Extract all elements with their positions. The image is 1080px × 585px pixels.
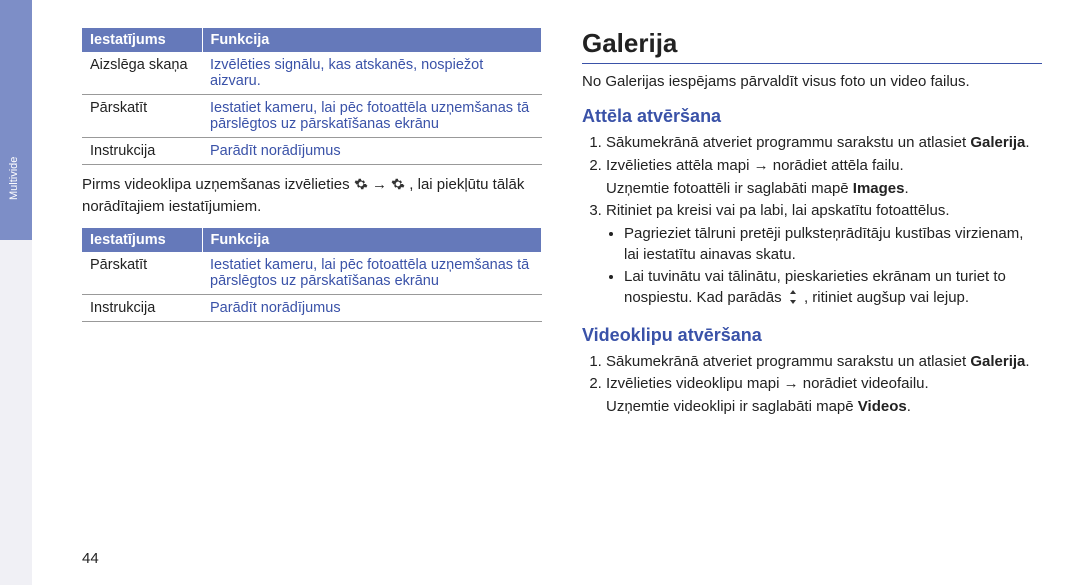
table2-header-setting: Iestatījums (82, 228, 202, 252)
side-tab-background: Multivide (0, 0, 32, 585)
list-item: Izvēlieties videoklipu mapi → norādiet v… (606, 374, 1042, 417)
vstep2-note-b: Videos (858, 398, 907, 415)
table2-header-function: Funkcija (202, 228, 542, 252)
table-row: Instrukcija Parādīt norādījumus (82, 138, 542, 165)
gear-icon (391, 177, 405, 197)
subheading-video-open: Videoklipu atvēršana (582, 325, 1042, 346)
settings-table-1: Iestatījums Funkcija Aizslēga skaņa Izvē… (82, 28, 542, 165)
table2-row1-func: Iestatiet kameru, lai pēc fotoattēla uzņ… (202, 252, 542, 295)
step2-note: Uzņemtie fotoattēli ir saglabāti mapē Im… (606, 179, 1042, 200)
table2-row1-label: Pārskatīt (82, 252, 202, 295)
step3: Ritiniet pa kreisi vai pa labi, lai apsk… (606, 202, 950, 219)
video-open-steps: Sākumekrānā atveriet programmu sarakstu … (606, 352, 1042, 418)
table1-row3-func: Parādīt norādījumus (202, 138, 542, 165)
step2: Izvēlieties attēla mapi → norādiet attēl… (606, 157, 904, 174)
page-title: Galerija (582, 28, 1042, 64)
left-column: Iestatījums Funkcija Aizslēga skaņa Izvē… (82, 28, 542, 432)
between-tables-text: Pirms videoklipa uzņemšanas izvēlieties … (82, 175, 542, 218)
list-item: Sākumekrānā atveriet programmu sarakstu … (606, 352, 1042, 373)
table1-row1-label: Aizslēga skaņa (82, 52, 202, 95)
vstep1b: Galerija (970, 353, 1025, 370)
table-row: Aizslēga skaņa Izvēlēties signālu, kas a… (82, 52, 542, 95)
table1-header-setting: Iestatījums (82, 28, 202, 52)
table1-row2-label: Pārskatīt (82, 95, 202, 138)
list-item: Ritiniet pa kreisi vai pa labi, lai apsk… (606, 201, 1042, 310)
subheading-image-open: Attēla atvēršana (582, 106, 1042, 127)
list-item: Pagrieziet tālruni pretēji pulksteņrādīt… (624, 224, 1042, 265)
table1-row2-func: Iestatiet kameru, lai pēc fotoattēla uzņ… (202, 95, 542, 138)
step1a: Sākumekrānā atveriet programmu sarakstu … (606, 134, 970, 151)
list-item: Izvēlieties attēla mapi → norādiet attēl… (606, 156, 1042, 199)
gallery-intro: No Galerijas iespējams pārvaldīt visus f… (582, 72, 1042, 92)
page-number: 44 (82, 550, 99, 567)
step1b: Galerija (970, 134, 1025, 151)
zoom-arrows-icon (788, 290, 798, 311)
vstep2-note-a: Uzņemtie videoklipi ir saglabāti mapē (606, 398, 858, 415)
table-row: Instrukcija Parādīt norādījumus (82, 294, 542, 321)
table2-row2-label: Instrukcija (82, 294, 202, 321)
vstep2-note-c: . (907, 398, 911, 415)
vstep2-note: Uzņemtie videoklipi ir saglabāti mapē Vi… (606, 397, 1042, 418)
table1-header-function: Funkcija (202, 28, 542, 52)
image-open-steps: Sākumekrānā atveriet programmu sarakstu … (606, 133, 1042, 311)
table1-row3-label: Instrukcija (82, 138, 202, 165)
step1c: . (1025, 134, 1029, 151)
vstep1c: . (1025, 353, 1029, 370)
gear-icon (354, 177, 368, 197)
between-pre: Pirms videoklipa uzņemšanas izvēlieties (82, 176, 354, 193)
right-column: Galerija No Galerijas iespējams pārvaldī… (582, 28, 1042, 432)
list-item: Sākumekrānā atveriet programmu sarakstu … (606, 133, 1042, 154)
side-section-label: Multivide (8, 157, 20, 200)
between-mid: → (372, 176, 391, 193)
vstep1a: Sākumekrānā atveriet programmu sarakstu … (606, 353, 970, 370)
table1-row1-func: Izvēlēties signālu, kas atskanēs, nospie… (202, 52, 542, 95)
list-item: Lai tuvinātu vai tālinātu, pieskarieties… (624, 267, 1042, 310)
side-tab-fill (0, 0, 32, 240)
step2-note-c: . (905, 180, 909, 197)
step2-note-a: Uzņemtie fotoattēli ir saglabāti mapē (606, 180, 853, 197)
table-row: Pārskatīt Iestatiet kameru, lai pēc foto… (82, 252, 542, 295)
vstep2: Izvēlieties videoklipu mapi → norādiet v… (606, 375, 929, 392)
bullet2b: , ritiniet augšup vai lejup. (804, 289, 969, 306)
table2-row2-func: Parādīt norādījumus (202, 294, 542, 321)
page-content: Iestatījums Funkcija Aizslēga skaņa Izvē… (82, 28, 1042, 432)
step3-bullets: Pagrieziet tālruni pretēji pulksteņrādīt… (624, 224, 1042, 311)
step2-note-b: Images (853, 180, 905, 197)
table-row: Pārskatīt Iestatiet kameru, lai pēc foto… (82, 95, 542, 138)
settings-table-2: Iestatījums Funkcija Pārskatīt Iestatiet… (82, 228, 542, 322)
